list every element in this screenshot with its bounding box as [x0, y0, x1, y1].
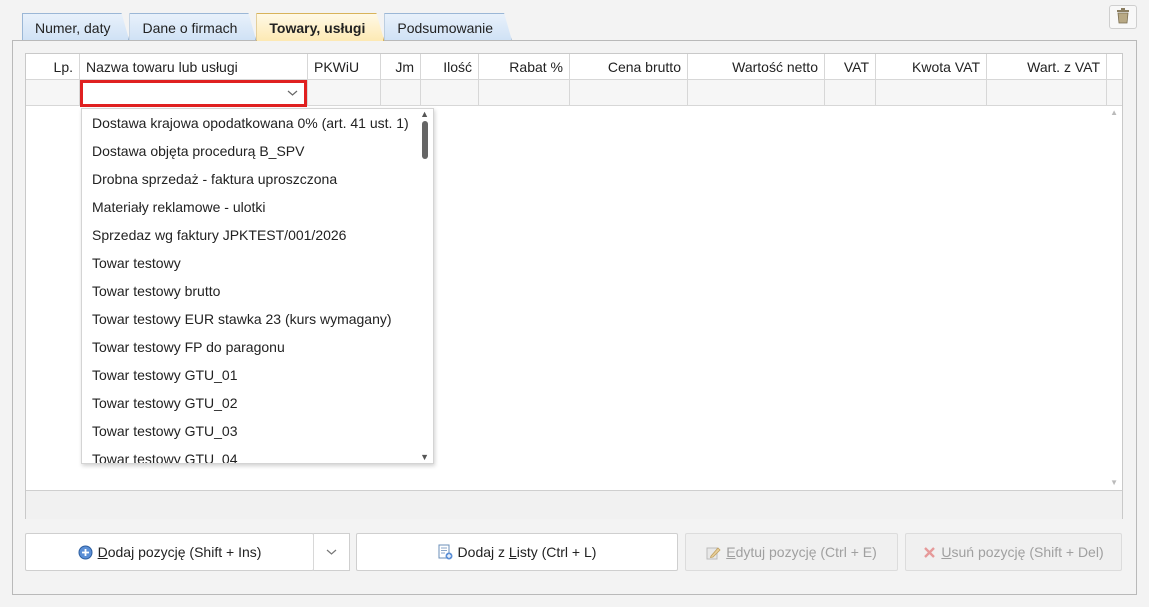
grid-scroll-down-icon[interactable]: ▼ — [1110, 478, 1118, 487]
column-ilosc[interactable]: Ilość — [421, 54, 479, 79]
grid-header: Lp. Nazwa towaru lub usługi PKWiU Jm Ilo… — [26, 54, 1122, 80]
dropdown-item[interactable]: Towar testowy GTU_04 — [82, 445, 433, 463]
column-wart-z-vat[interactable]: Wart. z VAT — [987, 54, 1107, 79]
tab-label: Towary, usługi — [269, 19, 366, 36]
dropdown-item[interactable]: Sprzedaz wg faktury JPKTEST/001/2026 — [82, 221, 433, 249]
grid-scroll-up-icon[interactable]: ▲ — [1110, 108, 1118, 117]
delete-position-button[interactable]: Usuń pozycję (Shift + Del) — [905, 533, 1122, 571]
filter-spacer — [1107, 80, 1122, 105]
scroll-down-icon[interactable]: ▼ — [420, 452, 429, 462]
dropdown-item[interactable]: Towar testowy GTU_02 — [82, 389, 433, 417]
grid-footer — [26, 490, 1122, 519]
dropdown-item[interactable]: Drobna sprzedaż - faktura uproszczona — [82, 165, 433, 193]
add-from-list-label: Dodaj z Listy (Ctrl + L) — [457, 544, 597, 560]
tab-label: Numer, daty — [35, 19, 111, 36]
column-cena-brutto[interactable]: Cena brutto — [570, 54, 688, 79]
column-wartosc-netto[interactable]: Wartość netto — [688, 54, 825, 79]
scrollbar-thumb[interactable] — [422, 121, 428, 159]
filter-vat[interactable] — [825, 80, 876, 105]
dropdown-item[interactable]: Towar testowy brutto — [82, 277, 433, 305]
filter-wart-z-vat[interactable] — [987, 80, 1107, 105]
dropdown-item[interactable]: Materiały reklamowe - ulotki — [82, 193, 433, 221]
dropdown-item[interactable]: Towar testowy FP do paragonu — [82, 333, 433, 361]
dropdown-item[interactable]: Towar testowy — [82, 249, 433, 277]
filter-rabat[interactable] — [479, 80, 570, 105]
edit-position-button[interactable]: Edytuj pozycję (Ctrl + E) — [685, 533, 898, 571]
header-spacer — [1107, 54, 1122, 79]
chevron-down-icon — [326, 545, 337, 559]
add-circle-icon — [78, 545, 93, 560]
delete-position-label: Usuń pozycję (Shift + Del) — [941, 544, 1104, 560]
scroll-up-icon[interactable]: ▲ — [420, 109, 429, 119]
tab-label: Podsumowanie — [397, 19, 494, 36]
dropdown-item[interactable]: Dostawa krajowa opodatkowana 0% (art. 41… — [82, 109, 433, 137]
column-vat[interactable]: VAT — [825, 54, 876, 79]
product-dropdown-list: Dostawa krajowa opodatkowana 0% (art. 41… — [81, 108, 434, 464]
list-add-icon — [438, 544, 453, 560]
filter-lp[interactable] — [26, 80, 80, 105]
trash-icon — [1116, 7, 1130, 27]
product-name-combobox[interactable] — [80, 80, 307, 107]
filter-jm[interactable] — [381, 80, 421, 105]
filter-kwota-vat[interactable] — [876, 80, 987, 105]
dropdown-item[interactable]: Towar testowy GTU_03 — [82, 417, 433, 445]
filter-cena-brutto[interactable] — [570, 80, 688, 105]
tab-podsumowanie[interactable]: Podsumowanie — [384, 13, 512, 41]
pencil-icon — [706, 545, 721, 560]
tab-label: Dane o firmach — [142, 19, 238, 36]
edit-position-label: Edytuj pozycję (Ctrl + E) — [726, 544, 877, 560]
add-position-label: Dodaj pozycję (Shift + Ins) — [97, 544, 262, 560]
tab-numer-daty[interactable]: Numer, daty — [22, 13, 129, 41]
column-jm[interactable]: Jm — [381, 54, 421, 79]
tab-dane-o-firmach[interactable]: Dane o firmach — [129, 13, 256, 41]
add-from-list-button[interactable]: Dodaj z Listy (Ctrl + L) — [356, 533, 678, 571]
column-nazwa[interactable]: Nazwa towaru lub usługi — [80, 54, 308, 79]
dropdown-item[interactable]: Dostawa objęta procedurą B_SPV — [82, 137, 433, 165]
column-lp[interactable]: Lp. — [26, 54, 80, 79]
add-position-button[interactable]: Dodaj pozycję (Shift + Ins) — [25, 533, 314, 571]
filter-wartosc-netto[interactable] — [688, 80, 825, 105]
delete-x-icon — [923, 546, 936, 559]
column-kwota-vat[interactable]: Kwota VAT — [876, 54, 987, 79]
dropdown-scrollbar[interactable]: ▲ ▼ — [419, 109, 433, 463]
column-pkwiu[interactable]: PKWiU — [308, 54, 381, 79]
tab-bar: Numer, daty Dane o firmach Towary, usług… — [22, 13, 512, 41]
column-rabat[interactable]: Rabat % — [479, 54, 570, 79]
filter-ilosc[interactable] — [421, 80, 479, 105]
dropdown-item[interactable]: Towar testowy EUR stawka 23 (kurs wymaga… — [82, 305, 433, 333]
trash-button[interactable] — [1109, 5, 1137, 29]
chevron-down-icon[interactable] — [287, 86, 298, 100]
add-position-menu-button[interactable] — [313, 533, 350, 571]
dropdown-item[interactable]: Towar testowy GTU_01 — [82, 361, 433, 389]
filter-pkwiu[interactable] — [308, 80, 381, 105]
tab-towary-uslugi[interactable]: Towary, usługi — [256, 13, 384, 41]
